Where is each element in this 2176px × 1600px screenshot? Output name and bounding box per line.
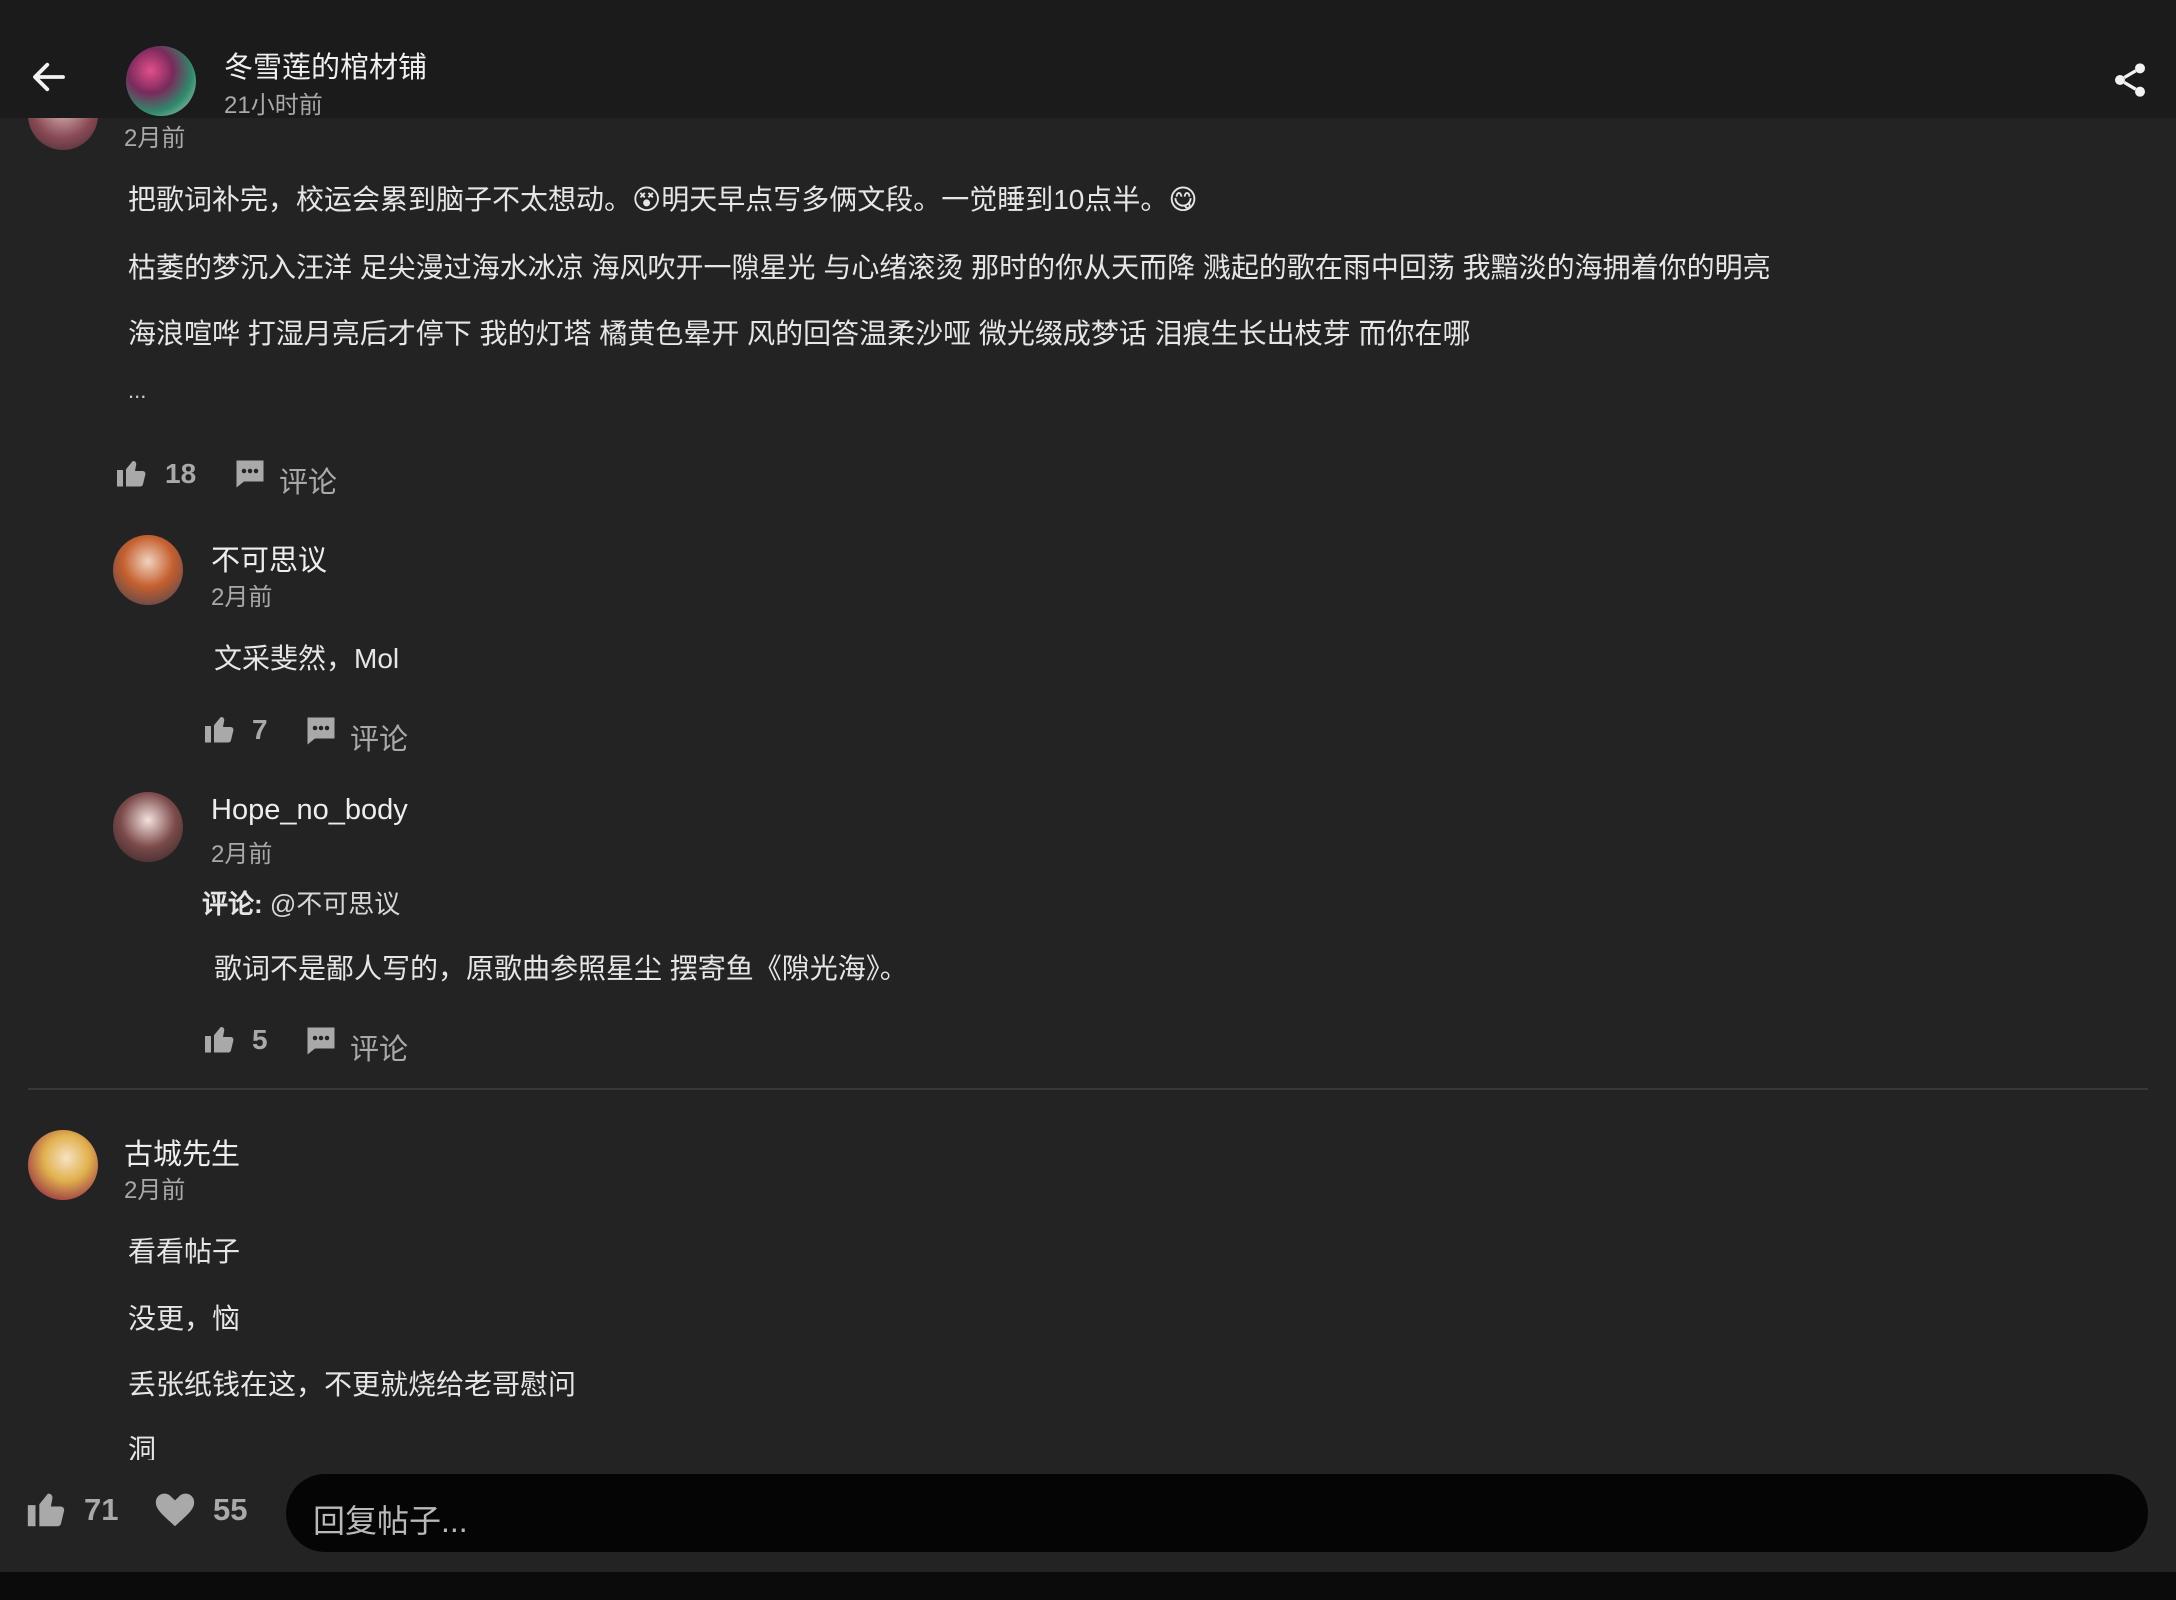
thumbs-up-icon[interactable] xyxy=(202,711,238,747)
reply-text: 歌词不是鄙人写的，原歌曲参照星尘 摆寄鱼《隙光海》。 xyxy=(214,953,908,984)
comment-icon[interactable] xyxy=(303,713,339,749)
top-app-bar: 冬雪莲的棺材铺 21小时前 xyxy=(0,0,2176,119)
reply-avatar[interactable] xyxy=(113,792,183,862)
reply-author-name[interactable]: Hope_no_body xyxy=(211,794,408,827)
comment-author-name[interactable]: 古城先生 xyxy=(124,1131,240,1173)
like-count: 5 xyxy=(252,1024,268,1055)
share-icon[interactable] xyxy=(2110,60,2150,100)
reply-mention[interactable]: @不可思议 xyxy=(270,889,400,919)
comment-icon[interactable] xyxy=(303,1023,339,1059)
comment-text-line: ... xyxy=(128,378,147,403)
thumbs-up-icon[interactable] xyxy=(202,1021,238,1057)
reply-text: 文采斐然，Mol xyxy=(214,643,400,674)
comment-button[interactable]: 评论 xyxy=(279,459,337,501)
reply-avatar[interactable] xyxy=(113,535,183,605)
comment-time: 2月前 xyxy=(124,1177,186,1204)
comment-text-line: 看看帖子 xyxy=(128,1236,241,1267)
reply-prefix: 评论: xyxy=(202,889,263,919)
post-like-count: 71 xyxy=(84,1492,119,1527)
comment-text-line: 没更，恼 xyxy=(128,1303,241,1334)
like-count: 18 xyxy=(165,458,197,489)
poster-avatar[interactable] xyxy=(126,46,196,116)
reply-input[interactable] xyxy=(286,1474,2148,1552)
post-time: 21小时前 xyxy=(224,92,323,119)
reply-to-line: 评论: @不可思议 xyxy=(202,884,400,921)
comment-icon[interactable] xyxy=(232,456,268,492)
reply-time: 2月前 xyxy=(211,841,273,868)
post-favorite-count: 55 xyxy=(213,1492,248,1527)
arrow-left-icon[interactable] xyxy=(28,56,70,98)
reply-input-placeholder: 回复帖子... xyxy=(313,1503,468,1539)
thumbs-up-icon[interactable] xyxy=(24,1486,70,1532)
comment-divider xyxy=(28,1088,2148,1090)
comment-button[interactable]: 评论 xyxy=(350,1026,408,1068)
page-title[interactable]: 冬雪莲的棺材铺 xyxy=(224,44,427,86)
comment-time: 2月前 xyxy=(124,125,186,152)
reply-time: 2月前 xyxy=(211,584,273,611)
comment-text-line: 丢张纸钱在这，不更就烧给老哥慰问 xyxy=(128,1369,577,1400)
system-nav-area xyxy=(0,1572,2176,1600)
comment-text-line: 枯萎的梦沉入汪洋 足尖漫过海水冰凉 海风吹开一隙星光 与心绪滚烫 那时的你从天而… xyxy=(128,252,1771,283)
comment-text-line: 把歌词补完，校运会累到脑子不太想动。😵明天早点写多俩文段。一觉睡到10点半。😋 xyxy=(128,184,1198,215)
comment-text-line: 海浪喧哗 打湿月亮后才停下 我的灯塔 橘黄色晕开 风的回答温柔沙哑 微光缀成梦话… xyxy=(128,318,1471,349)
reply-author-name[interactable]: 不可思议 xyxy=(211,537,327,579)
comment-button[interactable]: 评论 xyxy=(350,716,408,758)
thumbs-up-icon[interactable] xyxy=(114,455,150,491)
like-count: 7 xyxy=(252,714,268,745)
heart-icon[interactable] xyxy=(152,1486,198,1532)
comment-avatar[interactable] xyxy=(28,1130,98,1200)
